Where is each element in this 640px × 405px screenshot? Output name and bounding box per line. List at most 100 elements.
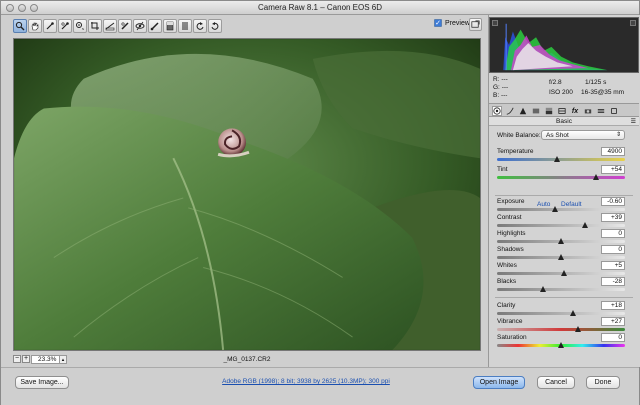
save-image-button[interactable]: Save Image...: [15, 376, 69, 389]
rotate-right-icon: [211, 22, 219, 30]
list-tool-button[interactable]: [178, 19, 192, 33]
panel-menu-icon[interactable]: ☰: [631, 118, 636, 127]
detail-icon: [519, 107, 527, 115]
snapshots-icon: [611, 108, 617, 114]
r-label: R:: [493, 76, 500, 83]
tab-basic[interactable]: [492, 106, 502, 116]
straighten-tool-button[interactable]: [103, 19, 117, 33]
color-sampler-icon: [61, 22, 69, 30]
slider-value-field[interactable]: +39: [601, 213, 625, 222]
slider-value-field[interactable]: +5: [601, 261, 625, 270]
slider-thumb[interactable]: [558, 238, 564, 244]
slider-value-field[interactable]: -28: [601, 277, 625, 286]
zoom-tool-button[interactable]: [13, 19, 27, 33]
slider-value-field[interactable]: 0: [601, 245, 625, 254]
shadow-clipping-icon[interactable]: [492, 20, 498, 26]
tab-tone-curve[interactable]: [505, 106, 515, 116]
tab-hsl[interactable]: [531, 106, 541, 116]
spot-removal-icon: [121, 22, 129, 30]
tab-split-toning[interactable]: [544, 106, 554, 116]
open-image-button[interactable]: Open Image: [473, 376, 525, 389]
graduated-filter-icon: [166, 21, 174, 31]
exif-lens: 16-35@35 mm: [581, 89, 625, 96]
rotate-ccw-button[interactable]: [193, 19, 207, 33]
tab-lens[interactable]: [557, 106, 567, 116]
tab-effects[interactable]: fx: [570, 106, 580, 116]
b-readout: B: ---: [493, 92, 507, 99]
brush-icon: [150, 22, 159, 31]
graduated-filter-tool-button[interactable]: [163, 19, 177, 33]
slider-track[interactable]: [497, 312, 625, 315]
zoom-icon: [15, 21, 25, 31]
slider-track[interactable]: [497, 328, 625, 331]
slider-thumb[interactable]: [554, 156, 561, 162]
panel-title-text: Basic: [556, 118, 572, 125]
tab-snapshots[interactable]: [609, 106, 619, 116]
tab-detail[interactable]: [518, 106, 528, 116]
presets-icon: [597, 109, 605, 113]
slider-value-field[interactable]: +54: [601, 165, 625, 174]
tab-camera-calibration[interactable]: [583, 106, 593, 116]
white-balance-select[interactable]: As Shot ⇕: [541, 130, 625, 140]
slider-label: Highlights: [497, 230, 526, 237]
slider-thumb[interactable]: [582, 222, 589, 228]
right-panel: R: --- G: --- B: --- f/2.8 1/125 s ISO 2…: [488, 15, 640, 367]
auto-link[interactable]: Auto: [537, 201, 550, 208]
aperture-icon: [493, 107, 501, 115]
targeted-adjustment-tool-button[interactable]: [73, 19, 87, 33]
slider-value-field[interactable]: -0.60: [601, 197, 625, 206]
slider-track[interactable]: [497, 176, 625, 179]
white-balance-tool-button[interactable]: [43, 19, 57, 33]
white-balance-value: As Shot: [546, 132, 569, 139]
image-preview[interactable]: [13, 38, 481, 351]
workflow-options-link[interactable]: Adobe RGB (1998); 8 bit; 3938 by 2625 (1…: [181, 378, 431, 385]
highlight-clipping-icon[interactable]: [630, 20, 636, 26]
slider-thumb[interactable]: [540, 286, 547, 292]
done-button[interactable]: Done: [586, 376, 620, 389]
slider-thumb[interactable]: [569, 310, 576, 316]
panel-tabs: fx: [489, 103, 639, 117]
minimize-window-icon[interactable]: [18, 4, 26, 12]
slider-thumb[interactable]: [592, 174, 599, 180]
rotate-cw-button[interactable]: [208, 19, 222, 33]
close-window-icon[interactable]: [6, 4, 14, 12]
slider-value-field[interactable]: 4900: [601, 147, 625, 156]
slider-track[interactable]: [497, 224, 625, 227]
slider-track[interactable]: [497, 208, 625, 211]
preview-checkbox[interactable]: ✓: [434, 19, 442, 27]
red-eye-tool-button[interactable]: [133, 19, 147, 33]
slider-thumb[interactable]: [558, 342, 564, 348]
slider-value-field[interactable]: +18: [601, 301, 625, 310]
rgb-exif-readout: R: --- G: --- B: --- f/2.8 1/125 s ISO 2…: [493, 76, 639, 102]
slider-label: Vibrance: [497, 318, 523, 325]
slider-label: Shadows: [497, 246, 524, 253]
color-sampler-tool-button[interactable]: [58, 19, 72, 33]
status-bar: − + 23.3% ▴ _MG_0137.CR2: [13, 355, 481, 365]
slider-value-field[interactable]: 0: [601, 229, 625, 238]
slider-value-field[interactable]: +27: [601, 317, 625, 326]
default-link[interactable]: Default: [561, 201, 582, 208]
list-icon: [182, 22, 188, 30]
slider-thumb[interactable]: [558, 254, 564, 260]
slider-thumb[interactable]: [551, 206, 558, 212]
slider-value-field[interactable]: 0: [601, 333, 625, 342]
spot-removal-tool-button[interactable]: [118, 19, 132, 33]
zoom-window-icon[interactable]: [30, 4, 38, 12]
crop-tool-button[interactable]: [88, 19, 102, 33]
fullscreen-button[interactable]: [469, 18, 482, 31]
tab-presets[interactable]: [596, 106, 606, 116]
g-label: G:: [493, 84, 500, 91]
slider-thumb[interactable]: [560, 270, 567, 276]
histogram-graph: [503, 23, 608, 71]
adjustment-brush-tool-button[interactable]: [148, 19, 162, 33]
cancel-button[interactable]: Cancel: [537, 376, 575, 389]
slider-track[interactable]: [497, 158, 625, 161]
g-readout: G: ---: [493, 84, 508, 91]
preview-toggle[interactable]: ✓ Preview: [434, 19, 470, 27]
fullscreen-icon: [471, 20, 480, 28]
hand-tool-button[interactable]: [28, 19, 42, 33]
slider-thumb[interactable]: [574, 326, 581, 332]
slider-track[interactable]: [497, 288, 625, 291]
slider-label: Tint: [497, 166, 508, 173]
rotate-left-icon: [196, 22, 204, 30]
